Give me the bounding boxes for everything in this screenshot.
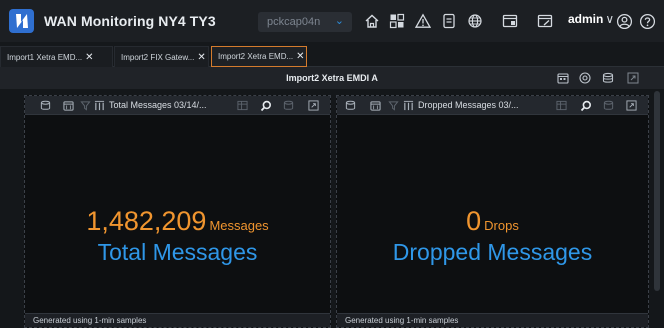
panel-title: Dropped Messages 03/... <box>418 100 519 110</box>
tab-import2-fix[interactable]: Import2 FIX Gatew... ✕ <box>114 46 209 67</box>
panel-header: Dropped Messages 03/... <box>337 96 648 115</box>
home-icon[interactable] <box>362 11 382 31</box>
expand-icon[interactable] <box>307 99 320 112</box>
database-icon[interactable] <box>601 71 615 85</box>
expand-icon[interactable] <box>625 99 638 112</box>
host-select-value: pckcap04n <box>267 16 321 28</box>
account-circle-icon[interactable] <box>614 11 634 31</box>
panel-footer: Generated using 1-min samples <box>25 313 330 327</box>
panel-total-messages: Total Messages 03/14/... 1,482,209 Messag… <box>24 95 331 328</box>
database-icon[interactable] <box>39 99 52 112</box>
dashboard-grid-icon[interactable] <box>387 11 407 31</box>
dashboard-workspace: Total Messages 03/14/... 1,482,209 Messag… <box>0 89 664 328</box>
database-icon[interactable] <box>344 99 357 112</box>
database-icon[interactable] <box>282 99 295 112</box>
expand-icon[interactable] <box>626 71 640 85</box>
top-bar: WAN Monitoring NY4 TY3 pckcap04n ⌄ admin… <box>0 0 664 42</box>
dashboard-header: Import2 Xetra EMDI A <box>0 67 664 89</box>
metric-label: Dropped Messages <box>392 239 593 265</box>
tab-import2-xetra[interactable]: Import2 Xetra EMD... ✕ <box>211 46 307 67</box>
network-globe-icon[interactable] <box>465 11 485 31</box>
workspace-scrollbar[interactable] <box>652 89 662 328</box>
tab-bar: Import1 Xetra EMD... ✕ Import2 FIX Gatew… <box>0 42 664 67</box>
at-sign-icon[interactable] <box>578 71 592 85</box>
app-logo <box>9 9 34 33</box>
host-select[interactable]: pckcap04n ⌄ <box>258 12 352 32</box>
bar-chart-icon <box>402 99 415 112</box>
search-icon[interactable] <box>579 99 592 112</box>
metric-value-line: 0 Drops <box>337 206 648 237</box>
close-icon[interactable]: ✕ <box>85 52 93 63</box>
app-title: WAN Monitoring NY4 TY3 <box>44 13 216 29</box>
metric-label: Total Messages <box>97 239 258 265</box>
database-icon[interactable] <box>602 99 615 112</box>
metric-unit: Drops <box>484 218 519 233</box>
panel-footer: Generated using 1-min samples <box>337 313 648 327</box>
calendar-icon[interactable] <box>556 71 570 85</box>
window-panel-icon[interactable] <box>500 11 520 31</box>
tab-label: Import1 Xetra EMD... <box>7 52 83 62</box>
calendar-icon[interactable] <box>369 99 382 112</box>
table-icon[interactable] <box>555 99 568 112</box>
close-icon[interactable]: ✕ <box>197 52 205 63</box>
user-name: admin <box>568 12 604 26</box>
alert-warning-icon[interactable] <box>413 11 433 31</box>
help-icon[interactable] <box>637 11 657 31</box>
calendar-icon[interactable] <box>62 99 75 112</box>
panel-title: Total Messages 03/14/... <box>109 100 207 110</box>
tab-label: Import2 Xetra EMD... <box>218 52 294 61</box>
tab-label: Import2 FIX Gatew... <box>121 52 195 62</box>
chevron-down-icon: ∨ <box>605 12 615 26</box>
panel-header: Total Messages 03/14/... <box>25 96 330 115</box>
close-icon[interactable]: ✕ <box>296 51 304 62</box>
filter-icon[interactable] <box>387 99 400 112</box>
search-icon[interactable] <box>259 99 272 112</box>
metric-unit: Messages <box>209 218 269 233</box>
tab-import1-xetra[interactable]: Import1 Xetra EMD... ✕ <box>0 46 113 67</box>
metric-value: 1,482,209 <box>86 206 207 236</box>
window-edit-icon[interactable] <box>535 11 555 31</box>
panel-dropped-messages: Dropped Messages 03/... 0 Drops Dropped M… <box>336 95 649 328</box>
table-icon[interactable] <box>236 99 249 112</box>
bar-chart-icon <box>93 99 106 112</box>
filter-icon[interactable] <box>79 99 92 112</box>
metric-value: 0 <box>466 206 482 236</box>
metric-value-line: 1,482,209 Messages <box>25 206 330 237</box>
chevron-down-icon: ⌄ <box>334 15 344 27</box>
report-icon[interactable] <box>439 11 459 31</box>
scrollbar-thumb[interactable] <box>654 91 660 291</box>
user-menu[interactable]: admin ∨ <box>568 12 614 26</box>
